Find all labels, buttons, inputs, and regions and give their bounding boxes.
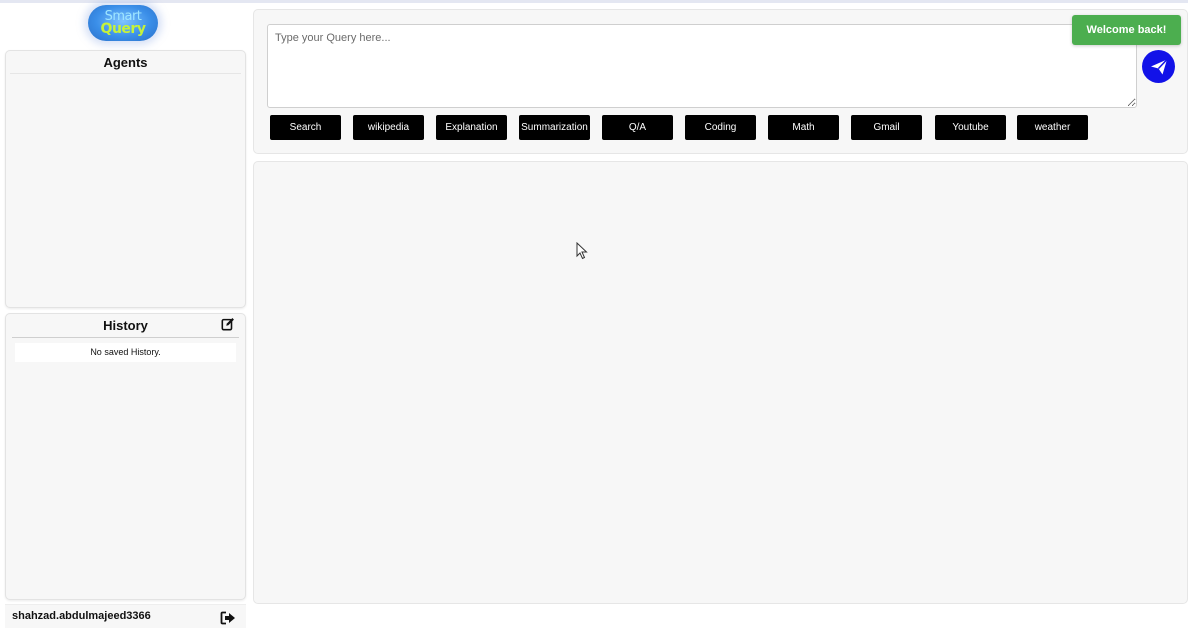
agents-title: Agents — [10, 51, 241, 74]
agent-button-coding[interactable]: Coding — [685, 115, 756, 140]
results-panel — [253, 161, 1188, 604]
history-panel: History No saved History. — [5, 313, 246, 600]
welcome-toast: Welcome back! — [1072, 15, 1181, 45]
edit-icon[interactable] — [221, 317, 235, 331]
agent-button-wikipedia[interactable]: wikipedia — [353, 115, 424, 140]
top-border — [0, 0, 1188, 3]
user-bar: shahzad.abdulmajeed3366 — [5, 604, 246, 628]
agent-button-gmail[interactable]: Gmail — [851, 115, 922, 140]
agent-button-weather[interactable]: weather — [1017, 115, 1088, 140]
agents-panel: Agents — [5, 50, 246, 308]
mouse-cursor-icon — [576, 242, 588, 260]
agent-button-math[interactable]: Math — [768, 115, 839, 140]
agent-button-youtube[interactable]: Youtube — [935, 115, 1006, 140]
logo-text-line2: Query — [100, 21, 146, 37]
history-title: History — [103, 318, 148, 333]
query-panel: Search wikipedia Explanation Summarizati… — [253, 9, 1188, 154]
smart-query-logo: Smart Query — [88, 5, 158, 41]
history-empty-message: No saved History. — [15, 343, 236, 362]
query-input[interactable] — [267, 24, 1137, 108]
agent-button-explanation[interactable]: Explanation — [436, 115, 507, 140]
agent-button-search[interactable]: Search — [270, 115, 341, 140]
agent-button-summarization[interactable]: Summarization — [519, 115, 590, 140]
username: shahzad.abdulmajeed3366 — [12, 610, 151, 622]
send-button[interactable] — [1142, 50, 1175, 83]
logout-icon[interactable] — [220, 611, 236, 625]
history-header: History — [12, 314, 239, 338]
paper-plane-icon — [1150, 58, 1168, 74]
agent-button-qa[interactable]: Q/A — [602, 115, 673, 140]
